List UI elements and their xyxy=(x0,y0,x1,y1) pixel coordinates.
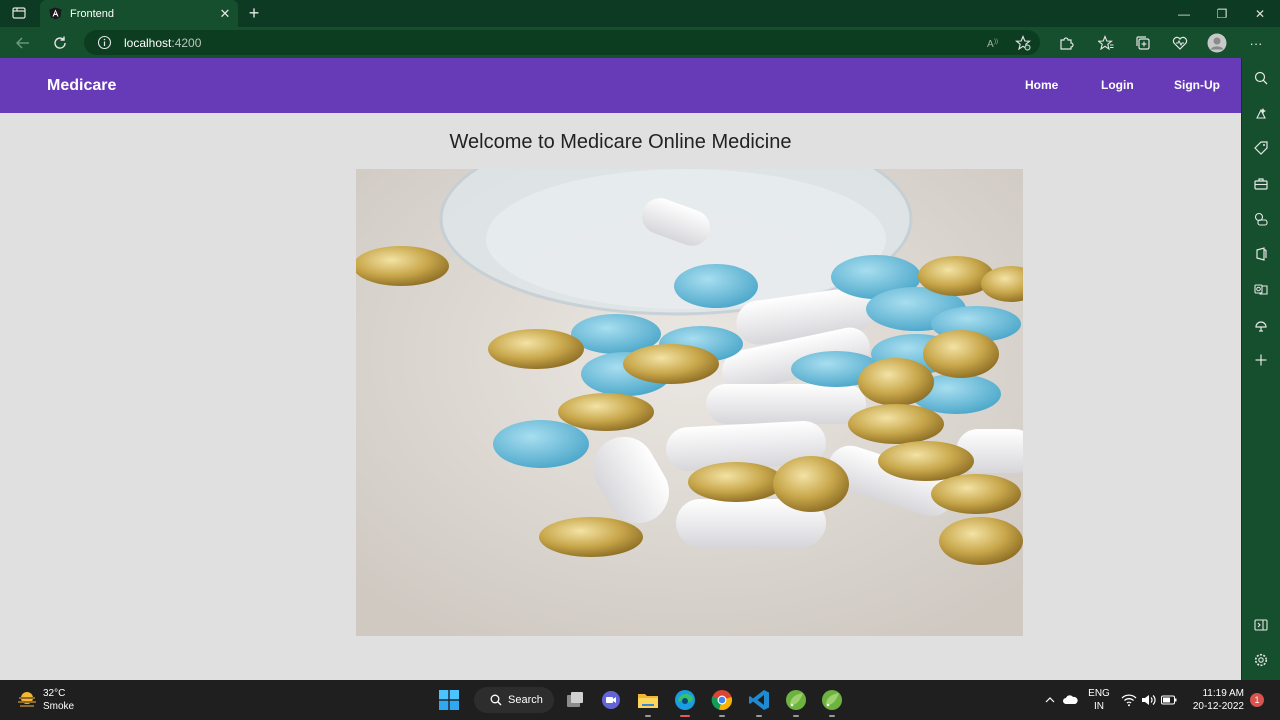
url-port: :4200 xyxy=(171,36,202,50)
spring-tools-icon[interactable] xyxy=(784,688,808,712)
browser-essentials-icon[interactable] xyxy=(1170,33,1190,53)
spring-tools-icon[interactable] xyxy=(820,688,844,712)
nav-link-login[interactable]: Login xyxy=(1101,78,1134,92)
weather-icon[interactable] xyxy=(16,688,38,710)
browser-tab-strip: Frontend ✕ + — ❐ ✕ xyxy=(0,0,1280,27)
favorites-icon[interactable] xyxy=(1096,33,1116,53)
maximize-button[interactable]: ❐ xyxy=(1203,0,1241,27)
running-indicator xyxy=(793,715,799,717)
drop-icon[interactable] xyxy=(1252,316,1270,334)
taskbar-search-label: Search xyxy=(508,694,543,706)
extensions-icon[interactable] xyxy=(1056,33,1076,53)
search-icon xyxy=(490,694,502,706)
battery-icon[interactable] xyxy=(1161,692,1177,708)
file-explorer-icon[interactable] xyxy=(636,688,660,712)
active-indicator xyxy=(680,715,690,717)
new-tab-button[interactable]: + xyxy=(244,3,264,23)
back-icon[interactable] xyxy=(13,33,33,53)
address-bar[interactable]: localhost:4200 A)) xyxy=(84,30,1040,55)
app-navbar: Medicare Home Login Sign-Up xyxy=(0,58,1241,113)
settings-icon[interactable] xyxy=(1252,651,1270,669)
collections-icon[interactable] xyxy=(1133,33,1153,53)
browser-toolbar: localhost:4200 A)) ··· xyxy=(0,27,1280,58)
tab-actions-icon[interactable] xyxy=(10,5,28,21)
task-view-icon[interactable] xyxy=(563,688,587,712)
notification-badge[interactable]: 1 xyxy=(1250,693,1264,707)
teams-chat-icon[interactable] xyxy=(599,688,623,712)
page-viewport: Medicare Home Login Sign-Up Welcome to M… xyxy=(0,58,1241,680)
nav-link-signup[interactable]: Sign-Up xyxy=(1174,78,1220,92)
svg-text:)): )) xyxy=(994,39,998,45)
url-text: localhost:4200 xyxy=(124,36,201,50)
running-indicator xyxy=(756,715,762,717)
outlook-icon[interactable] xyxy=(1252,280,1270,298)
url-host: localhost xyxy=(124,36,172,50)
copilot-icon[interactable] xyxy=(1252,104,1270,122)
clock-time[interactable]: 11:19 AM xyxy=(1186,688,1244,699)
language-top[interactable]: ENG xyxy=(1086,688,1112,699)
more-options-icon[interactable]: ··· xyxy=(1246,33,1266,53)
refresh-icon[interactable] xyxy=(50,33,70,53)
angular-icon xyxy=(49,7,62,20)
running-indicator xyxy=(719,715,725,717)
add-favorite-icon[interactable] xyxy=(1013,33,1033,53)
tab-title: Frontend xyxy=(70,7,115,20)
split-screen-icon[interactable] xyxy=(1252,616,1270,634)
tools-icon[interactable] xyxy=(1252,175,1270,193)
weather-description[interactable]: Smoke xyxy=(43,701,74,712)
office-icon[interactable] xyxy=(1252,245,1270,263)
edge-sidebar xyxy=(1241,58,1280,680)
page-heading: Welcome to Medicare Online Medicine xyxy=(449,131,792,153)
add-icon[interactable] xyxy=(1252,351,1270,369)
profile-avatar[interactable] xyxy=(1207,33,1227,53)
svg-text:A: A xyxy=(987,39,994,50)
running-indicator xyxy=(829,715,835,717)
search-icon[interactable] xyxy=(1252,69,1270,87)
tab-close-icon[interactable]: ✕ xyxy=(216,6,234,22)
clock-date[interactable]: 20-12-2022 xyxy=(1184,701,1244,712)
browser-tab[interactable]: Frontend ✕ xyxy=(40,0,238,27)
read-aloud-icon[interactable]: A)) xyxy=(983,33,1003,53)
games-icon[interactable] xyxy=(1252,210,1270,228)
onedrive-icon[interactable] xyxy=(1062,692,1078,708)
weather-temperature[interactable]: 32°C xyxy=(43,688,65,699)
vscode-icon[interactable] xyxy=(747,688,771,712)
close-window-button[interactable]: ✕ xyxy=(1241,0,1279,27)
windows-taskbar: 32°C Smoke Search ENG IN 11:19 AM 20-12-… xyxy=(0,680,1280,720)
start-icon[interactable] xyxy=(437,688,461,712)
language-bottom[interactable]: IN xyxy=(1086,701,1112,712)
shopping-tag-icon[interactable] xyxy=(1252,139,1270,157)
nav-link-home[interactable]: Home xyxy=(1025,78,1058,92)
chrome-icon[interactable] xyxy=(710,688,734,712)
site-info-icon[interactable] xyxy=(97,35,112,50)
wifi-icon[interactable] xyxy=(1121,692,1137,708)
volume-icon[interactable] xyxy=(1141,692,1157,708)
pills-image xyxy=(356,169,1023,636)
edge-icon[interactable] xyxy=(673,688,697,712)
minimize-button[interactable]: — xyxy=(1165,0,1203,27)
chevron-up-icon[interactable] xyxy=(1042,692,1058,708)
taskbar-search[interactable]: Search xyxy=(474,687,554,713)
running-indicator xyxy=(645,715,651,717)
brand-logo-text[interactable]: Medicare xyxy=(47,77,116,95)
